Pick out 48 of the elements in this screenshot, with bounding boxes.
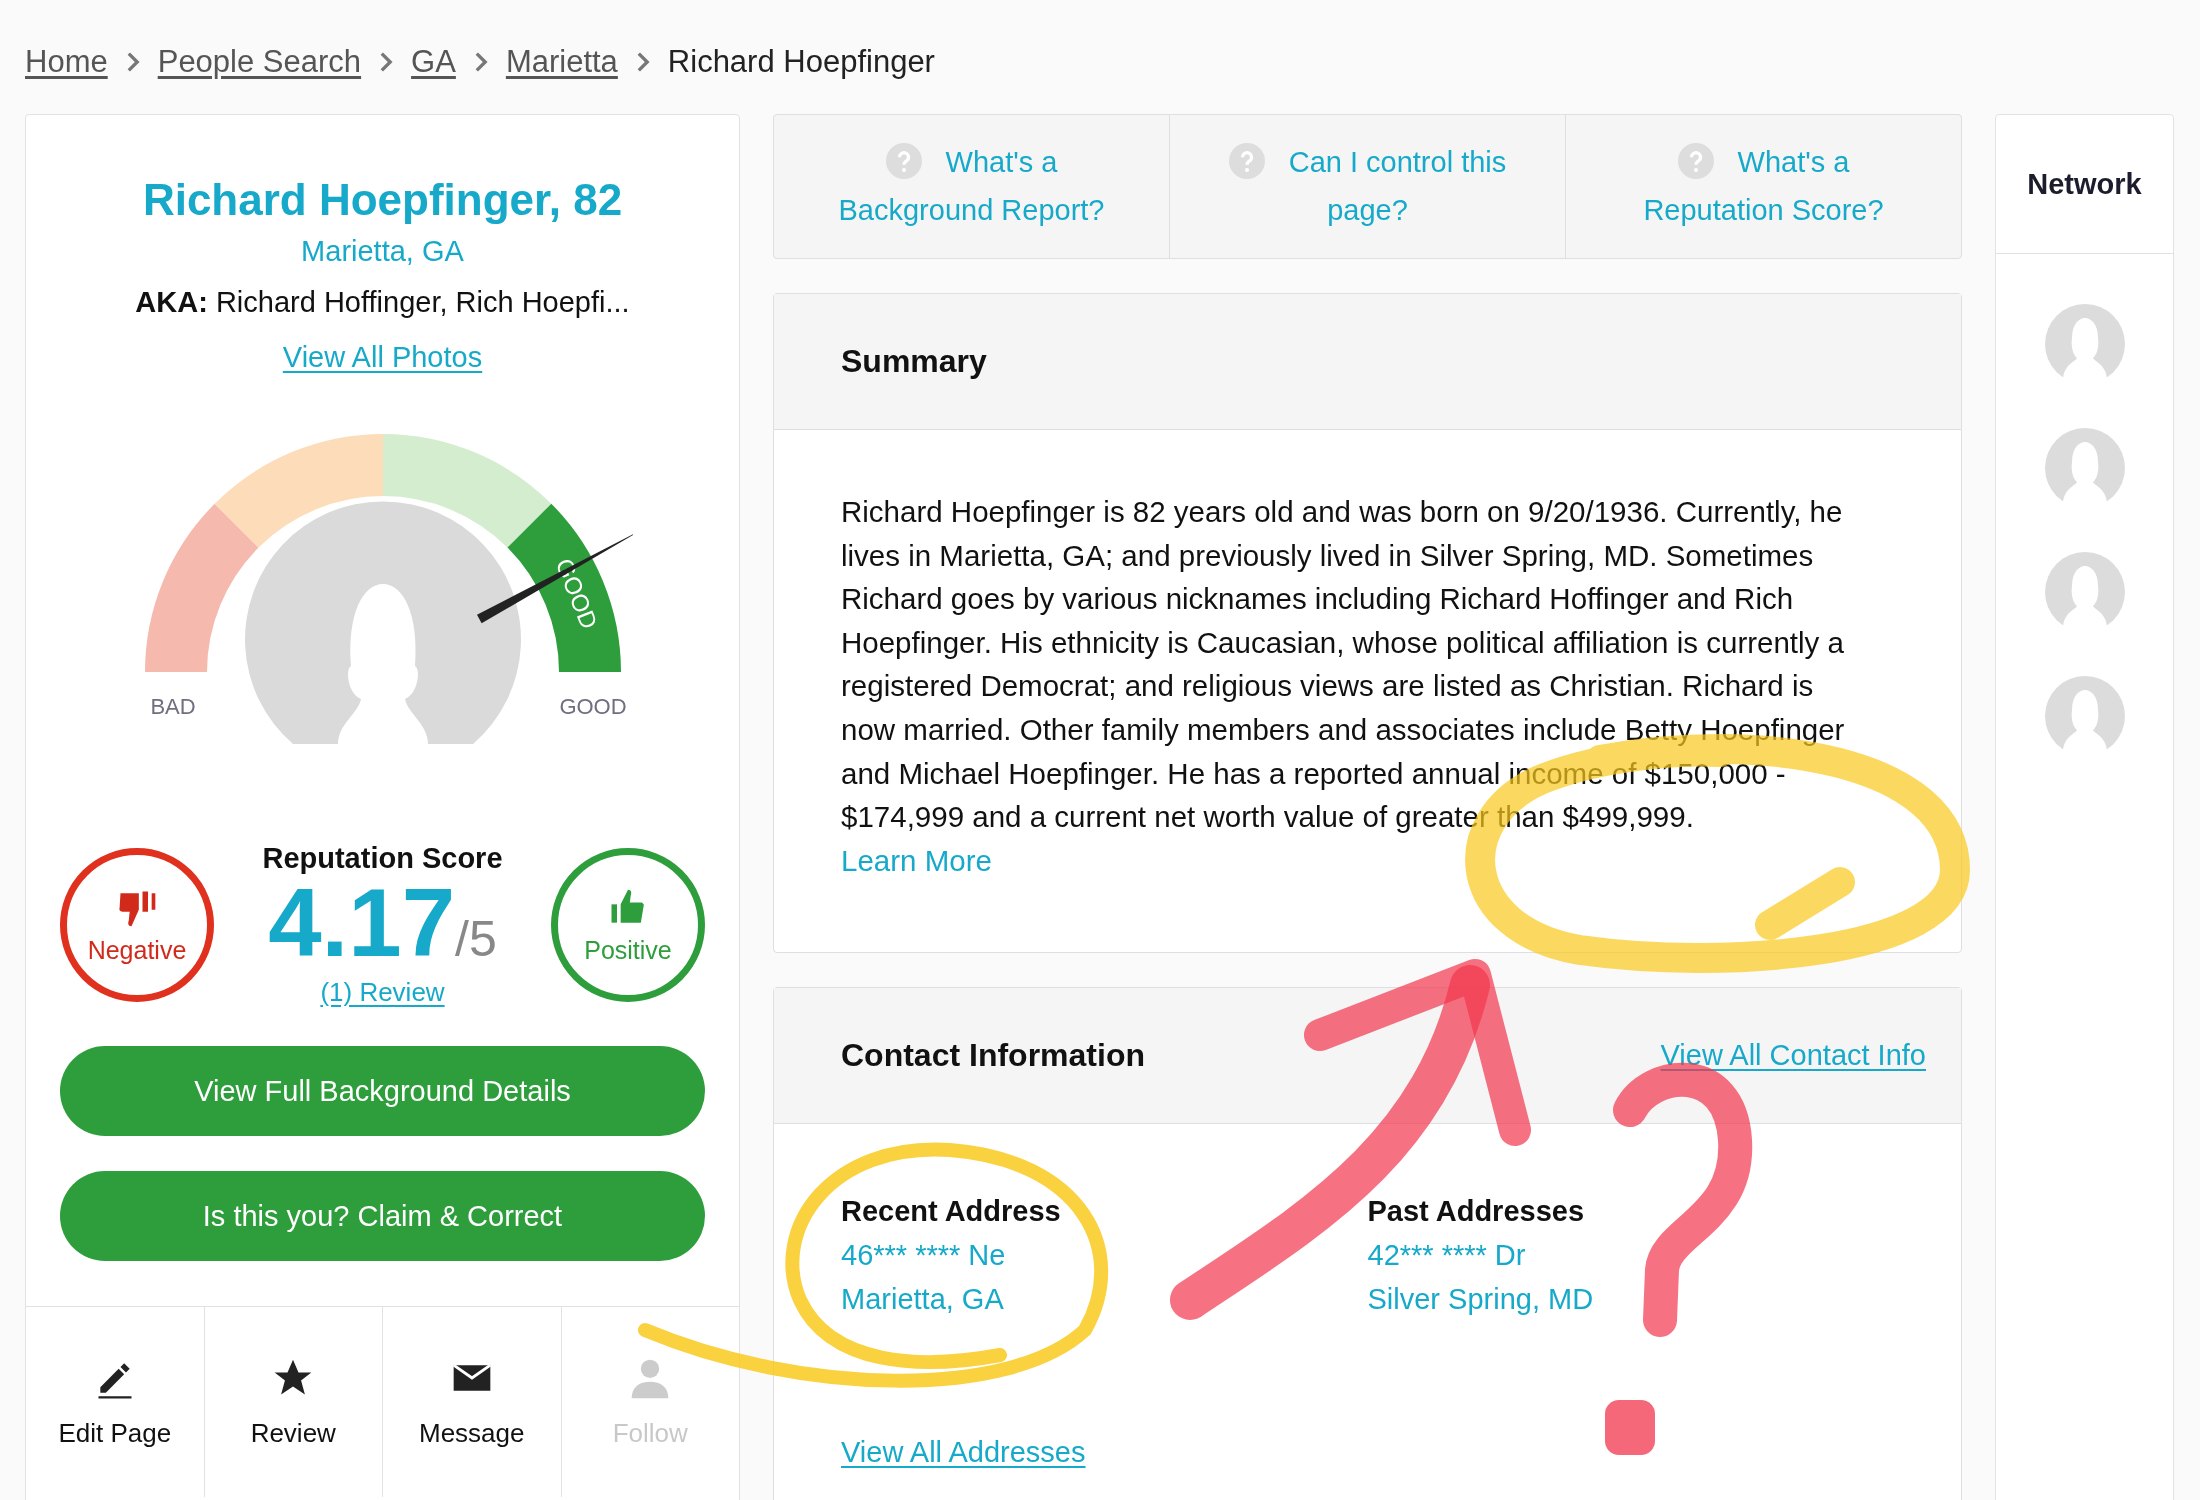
negative-button[interactable]: Negative — [60, 848, 214, 1002]
view-contact-link[interactable]: View All Contact Info — [1660, 1039, 1926, 1073]
chevron-icon — [473, 52, 488, 72]
score-title: Reputation Score — [262, 842, 503, 875]
gauge-low-label: BAD — [149, 694, 196, 719]
avatar-icon[interactable] — [2044, 552, 2125, 632]
view-addresses-link[interactable]: View All Addresses — [841, 1436, 1086, 1469]
aka-text: AKA: Richard Hoffinger, Rich Hoepfi... — [135, 286, 630, 319]
action-button[interactable]: Is this you? Claim & Correct — [60, 1171, 705, 1261]
gauge-high-label: GOOD — [558, 694, 627, 719]
person-location: Marietta, GA — [301, 235, 464, 268]
address-line[interactable]: Marietta, GA — [841, 1277, 1368, 1322]
avatar-icon[interactable] — [2044, 304, 2125, 384]
avatar-icon[interactable] — [2044, 676, 2125, 756]
help-icon — [1677, 143, 1714, 179]
breadcrumb-link[interactable]: Home — [25, 44, 108, 80]
person-name: Richard Hoepfinger, 82 — [142, 175, 623, 225]
breadcrumb-current: Richard Hoepfinger — [667, 44, 935, 80]
score-max: /5 — [455, 910, 497, 968]
network-title: Network — [2027, 167, 2142, 201]
learn-more-link[interactable]: Learn More — [841, 843, 992, 877]
help-link[interactable]: What's a Background Report? — [814, 138, 1129, 235]
section-title: Summary — [841, 343, 987, 380]
help-icon — [1228, 143, 1265, 179]
address-heading: Recent Address — [841, 1194, 1062, 1230]
toolbar-button[interactable]: Message — [383, 1307, 562, 1497]
help-link[interactable]: Can I control this page? — [1210, 138, 1525, 235]
chevron-icon — [379, 52, 394, 72]
avatar-icon[interactable] — [2044, 428, 2125, 508]
address-line[interactable]: 42*** **** Dr — [1367, 1233, 1894, 1278]
address-heading: Past Addresses — [1367, 1194, 1586, 1230]
breadcrumb-link[interactable]: GA — [411, 44, 456, 80]
review-link[interactable]: (1) Review — [320, 977, 445, 1008]
address-line[interactable]: 46*** **** Ne — [841, 1233, 1368, 1278]
chevron-icon — [125, 52, 140, 72]
section-title: Contact Information — [841, 1037, 1145, 1075]
positive-button[interactable]: Positive — [551, 848, 705, 1002]
toolbar-button[interactable]: Review — [204, 1307, 383, 1497]
address-line[interactable]: Silver Spring, MD — [1367, 1277, 1894, 1322]
view-photos-link[interactable]: View All Photos — [282, 341, 483, 374]
breadcrumb-link[interactable]: Marietta — [505, 44, 618, 80]
action-button[interactable]: View Full Background Details — [60, 1046, 705, 1136]
score-value: 4.17 — [268, 875, 456, 971]
toolbar-button[interactable]: Edit Page — [26, 1307, 205, 1497]
chevron-icon — [635, 52, 650, 72]
help-icon — [885, 143, 922, 179]
breadcrumb-link[interactable]: People Search — [157, 44, 362, 80]
help-link[interactable]: What's a Reputation Score? — [1606, 138, 1921, 235]
